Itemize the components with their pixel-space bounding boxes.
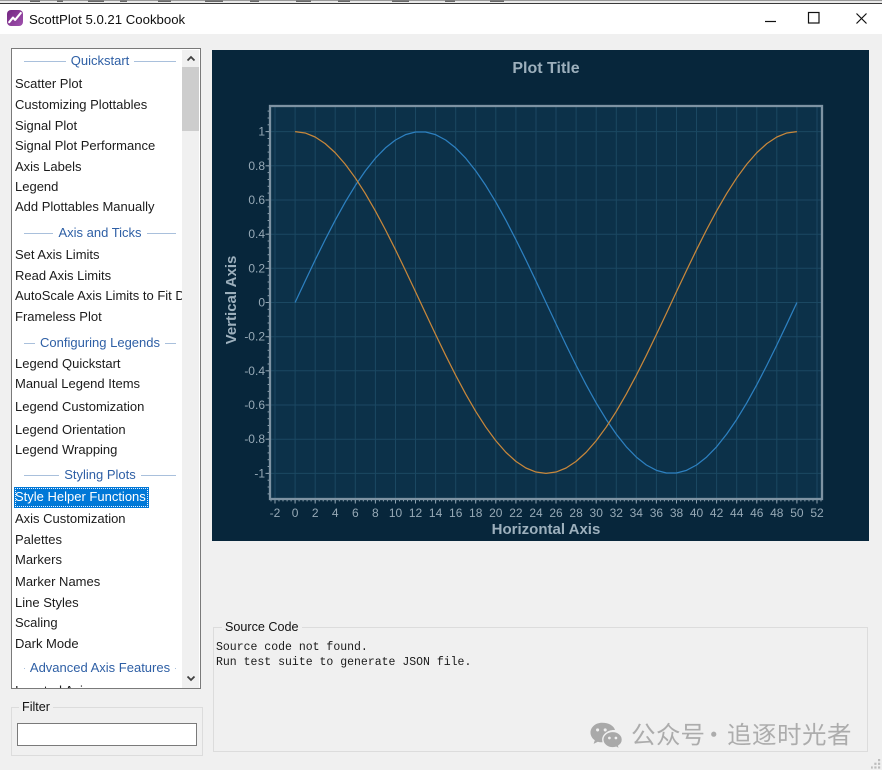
svg-text:10: 10 [389,506,403,520]
svg-text:0: 0 [292,506,299,520]
svg-text:48: 48 [770,506,784,520]
svg-text:-0.6: -0.6 [244,398,265,412]
svg-text:18: 18 [469,506,483,520]
svg-text:44: 44 [730,506,744,520]
svg-text:52: 52 [810,506,824,520]
svg-text:20: 20 [489,506,503,520]
svg-text:1: 1 [258,125,265,139]
svg-text:0.6: 0.6 [248,193,265,207]
svg-text:30: 30 [590,506,604,520]
svg-text:28: 28 [569,506,583,520]
svg-text:12: 12 [409,506,423,520]
svg-text:32: 32 [610,506,624,520]
svg-text:24: 24 [529,506,543,520]
svg-text:6: 6 [352,506,359,520]
svg-text:36: 36 [650,506,664,520]
svg-text:0: 0 [258,296,265,310]
svg-text:34: 34 [630,506,644,520]
svg-text:Horizontal Axis: Horizontal Axis [492,521,601,538]
svg-text:0.8: 0.8 [248,159,265,173]
svg-text:-0.2: -0.2 [244,330,265,344]
svg-text:22: 22 [509,506,523,520]
svg-text:-2: -2 [270,506,281,520]
svg-text:26: 26 [549,506,563,520]
svg-text:-0.4: -0.4 [244,364,265,378]
svg-text:42: 42 [710,506,724,520]
svg-text:0.2: 0.2 [248,261,265,275]
svg-text:14: 14 [429,506,443,520]
svg-text:-0.8: -0.8 [244,432,265,446]
svg-text:Vertical Axis: Vertical Axis [223,256,240,345]
svg-text:16: 16 [449,506,463,520]
svg-text:8: 8 [372,506,379,520]
svg-text:50: 50 [790,506,804,520]
svg-text:38: 38 [670,506,684,520]
svg-text:46: 46 [750,506,764,520]
svg-text:0.4: 0.4 [248,227,265,241]
svg-text:Plot Title: Plot Title [512,60,579,77]
svg-text:-1: -1 [254,466,265,480]
svg-text:4: 4 [332,506,339,520]
svg-text:40: 40 [690,506,704,520]
svg-text:2: 2 [312,506,319,520]
